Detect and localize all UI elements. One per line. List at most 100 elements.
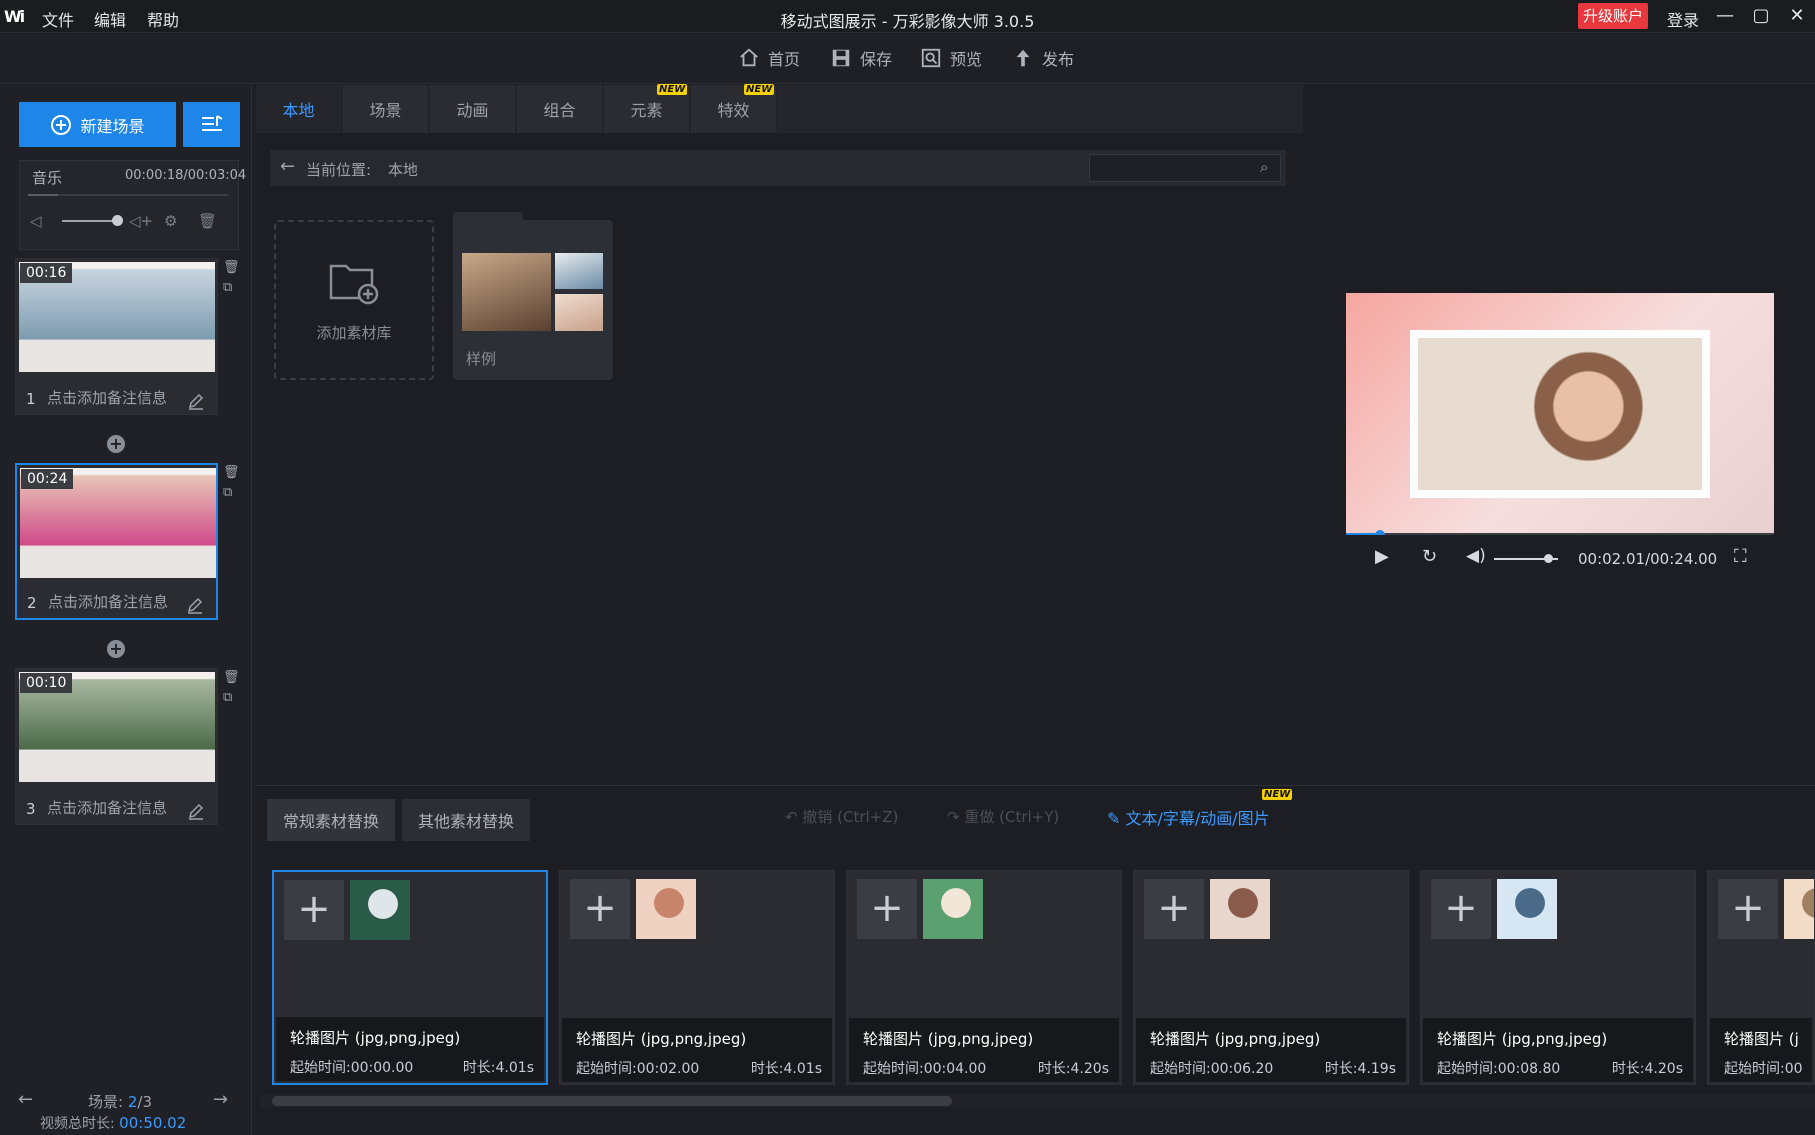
next-scene-icon[interactable]: → bbox=[213, 1089, 228, 1110]
media-thumbnail[interactable] bbox=[1784, 879, 1814, 939]
scene-note[interactable]: 点击添加备注信息 bbox=[48, 591, 168, 612]
close-icon[interactable]: ✕ bbox=[1784, 4, 1810, 28]
scene-note[interactable]: 点击添加备注信息 bbox=[47, 387, 167, 408]
home-icon bbox=[740, 48, 758, 67]
tab-label: 特效 bbox=[717, 101, 750, 120]
replace-card[interactable]: + 轮播图片 (jpg,png,jpeg) 起始时间:00:00.00 时长:4.01… bbox=[272, 870, 548, 1085]
music-volume-slider[interactable] bbox=[62, 220, 118, 222]
redo-button[interactable]: ↷ 重做 (Ctrl+Y) bbox=[947, 806, 1059, 827]
insert-scene-icon[interactable]: + bbox=[107, 435, 125, 453]
folder-thumb-bottom bbox=[555, 294, 603, 331]
card-duration: 时长:4.20s bbox=[1611, 1061, 1683, 1077]
minimize-icon[interactable]: — bbox=[1712, 4, 1738, 28]
prev-scene-icon[interactable]: ← bbox=[18, 1089, 33, 1110]
media-thumbnail[interactable] bbox=[923, 879, 983, 939]
edit-icon[interactable] bbox=[187, 802, 205, 820]
music-volume-knob[interactable] bbox=[112, 215, 123, 226]
insert-scene-icon[interactable]: + bbox=[107, 640, 125, 658]
text-subtitle-link[interactable]: ✎ 文本/字幕/动画/图片 bbox=[1107, 805, 1270, 829]
copy-scene-icon[interactable]: ⧉ bbox=[223, 690, 239, 706]
scene-card[interactable]: 00:24 2 点击添加备注信息 bbox=[15, 463, 218, 620]
replay-icon[interactable]: ↻ bbox=[1422, 546, 1437, 567]
delete-scene-icon[interactable]: 🗑 bbox=[223, 465, 240, 481]
card-meta: 轮播图片 (j 起始时间:00 bbox=[1710, 1018, 1812, 1082]
preview-icon bbox=[921, 48, 941, 68]
tab-label: 动画 bbox=[456, 101, 489, 120]
trash-icon[interactable]: 🗑 bbox=[198, 212, 217, 230]
scene-note[interactable]: 点击添加备注信息 bbox=[47, 797, 167, 818]
volume-up-icon[interactable]: ◁+ bbox=[129, 212, 153, 230]
media-thumbnail[interactable] bbox=[1497, 879, 1557, 939]
music-progress-track[interactable] bbox=[28, 194, 228, 196]
card-duration: 时长:4.20s bbox=[1037, 1061, 1109, 1077]
save-icon bbox=[832, 49, 850, 67]
window-title: 移动式图展示 - 万彩影像大师 3.0.5 bbox=[780, 12, 1035, 31]
media-thumbnail[interactable] bbox=[1210, 879, 1270, 939]
search-icon[interactable]: ⌕ bbox=[1260, 158, 1268, 176]
replace-card[interactable]: + 轮播图片 (jpg,png,jpeg) 起始时间:00:06.20 时长:4.19… bbox=[1133, 870, 1409, 1085]
add-media-button[interactable]: + bbox=[1144, 879, 1204, 939]
cards-scrollbar[interactable] bbox=[272, 1096, 952, 1106]
add-media-button[interactable]: + bbox=[284, 880, 344, 940]
add-media-button[interactable]: + bbox=[1718, 879, 1778, 939]
card-title: 轮播图片 (jpg,png,jpeg) bbox=[576, 1030, 747, 1048]
delete-scene-icon[interactable]: 🗑 bbox=[223, 260, 240, 276]
undo-button[interactable]: ↶ 撤销 (Ctrl+Z) bbox=[785, 806, 898, 827]
new-scene-button[interactable]: 新建场景 bbox=[19, 102, 176, 147]
save-button[interactable]: 保存 bbox=[830, 46, 892, 70]
replace-card[interactable]: + 轮播图片 (jpg,png,jpeg) 起始时间:00:02.00 时长:4.01… bbox=[559, 870, 835, 1085]
total-duration-label: 视频总时长: bbox=[40, 1116, 115, 1132]
path-label: 当前位置: bbox=[306, 161, 372, 179]
volume-icon[interactable]: ◀) bbox=[1466, 546, 1486, 566]
preview-button[interactable]: 预览 bbox=[920, 46, 982, 70]
tab-other-replace[interactable]: 其他素材替换 bbox=[402, 799, 530, 841]
add-media-button[interactable]: + bbox=[570, 879, 630, 939]
scene-index: 2 bbox=[27, 594, 37, 612]
media-thumbnail[interactable] bbox=[350, 880, 410, 940]
add-media-button[interactable]: + bbox=[1431, 879, 1491, 939]
replace-card[interactable]: + 轮播图片 (jpg,png,jpeg) 起始时间:00:08.80 时长:4.20… bbox=[1420, 870, 1696, 1085]
card-meta: 轮播图片 (jpg,png,jpeg) 起始时间:00:08.80 时长:4.20s bbox=[1423, 1018, 1693, 1082]
total-duration: 视频总时长: 00:50.02 bbox=[40, 1113, 186, 1133]
scene-counter-current: 2 bbox=[127, 1093, 138, 1111]
add-media-button[interactable]: + bbox=[857, 879, 917, 939]
path-value: 本地 bbox=[387, 161, 418, 179]
preview-label: 预览 bbox=[950, 50, 983, 69]
play-icon[interactable]: ▶ bbox=[1375, 546, 1389, 567]
text-link-new-badge: NEW bbox=[1262, 789, 1293, 800]
undo-label: 撤销 (Ctrl+Z) bbox=[802, 808, 899, 826]
delete-scene-icon[interactable]: 🗑 bbox=[223, 670, 240, 686]
back-arrow-icon[interactable]: ← bbox=[280, 156, 295, 177]
upgrade-button[interactable]: 升级账户 bbox=[1578, 3, 1648, 29]
preview-volume-knob[interactable] bbox=[1544, 554, 1553, 563]
tab-1[interactable]: 场景 bbox=[343, 85, 429, 133]
edit-icon[interactable] bbox=[186, 596, 204, 614]
scene-list-button[interactable] bbox=[183, 102, 240, 147]
home-button[interactable]: 首页 bbox=[738, 46, 800, 70]
publish-button[interactable]: 发布 bbox=[1012, 46, 1074, 70]
replace-card[interactable]: + 轮播图片 (j 起始时间:00 bbox=[1707, 870, 1815, 1085]
card-meta: 轮播图片 (jpg,png,jpeg) 起始时间:00:02.00 时长:4.01s bbox=[562, 1018, 832, 1082]
tab-2[interactable]: 动画 bbox=[430, 85, 516, 133]
tab-0[interactable]: 本地 bbox=[256, 85, 342, 133]
login-button[interactable]: 登录 bbox=[1667, 7, 1699, 31]
copy-scene-icon[interactable]: ⧉ bbox=[223, 485, 239, 501]
settings-icon[interactable]: ⚙ bbox=[164, 212, 177, 230]
card-meta: 轮播图片 (jpg,png,jpeg) 起始时间:00:06.20 时长:4.19s bbox=[1136, 1018, 1406, 1082]
edit-icon[interactable] bbox=[187, 392, 205, 410]
scene-card[interactable]: 00:10 3 点击添加备注信息 bbox=[15, 668, 218, 825]
scene-duration: 00:16 bbox=[20, 263, 73, 283]
library-search-input[interactable] bbox=[1089, 154, 1281, 182]
folder-thumb-top bbox=[555, 253, 603, 289]
publish-icon bbox=[1016, 49, 1030, 67]
tab-common-replace[interactable]: 常规素材替换 bbox=[267, 799, 395, 841]
media-thumbnail[interactable] bbox=[636, 879, 696, 939]
maximize-icon[interactable]: ▢ bbox=[1748, 4, 1774, 28]
scene-card[interactable]: 00:16 1 点击添加备注信息 bbox=[15, 258, 218, 415]
folder-name: 样例 bbox=[466, 350, 497, 368]
fullscreen-icon[interactable]: ⛶ bbox=[1734, 546, 1747, 567]
tab-3[interactable]: 组合 bbox=[517, 85, 603, 133]
volume-down-icon[interactable]: ◁ bbox=[30, 212, 42, 230]
replace-card[interactable]: + 轮播图片 (jpg,png,jpeg) 起始时间:00:04.00 时长:4.20… bbox=[846, 870, 1122, 1085]
copy-scene-icon[interactable]: ⧉ bbox=[223, 280, 239, 296]
